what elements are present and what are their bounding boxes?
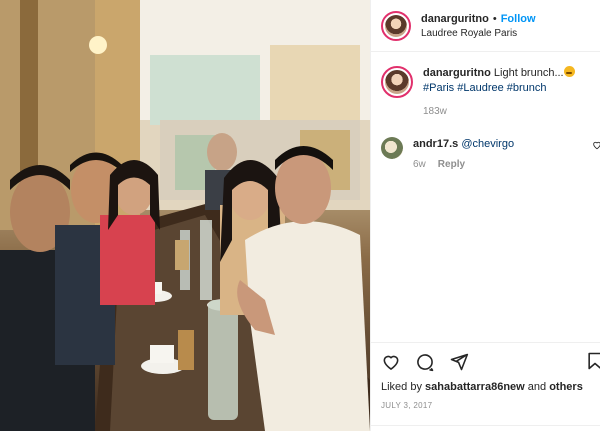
caption-body: danarguritno Light brunch... #Paris #Lau… [423, 66, 590, 119]
caption-text: Light brunch... [493, 67, 564, 79]
author-username[interactable]: danarguritno [421, 13, 489, 25]
photo-illustration [0, 0, 370, 431]
liked-by-prefix: Liked by [381, 381, 422, 393]
action-bar: Liked by sahabattarra86new and others JU… [371, 342, 600, 410]
heart-icon[interactable] [381, 352, 401, 372]
caption-username[interactable]: danarguritno [423, 67, 491, 79]
comment-icon[interactable] [415, 352, 435, 372]
location-link[interactable]: Laudree Royale Paris [421, 28, 536, 39]
caption-avatar[interactable] [381, 66, 413, 98]
commenter-avatar[interactable] [381, 137, 403, 159]
comment-item: andr17.s @chevirgo 6w Reply [381, 137, 590, 170]
caption-time[interactable]: 183w [423, 104, 590, 119]
comments-section: danarguritno Light brunch... #Paris #Lau… [371, 52, 600, 342]
header-row: danarguritno • Follow [421, 13, 536, 25]
liked-by-user[interactable]: sahabattarra86new [425, 381, 525, 393]
likes-summary: Liked by sahabattarra86new and others [381, 381, 591, 393]
liked-by-suffix: and [527, 381, 547, 393]
post-photo[interactable] [0, 0, 370, 431]
post-viewer: danarguritno • Follow Laudree Royale Par… [0, 0, 600, 431]
post-header: danarguritno • Follow Laudree Royale Par… [371, 0, 600, 52]
comment-content: andr17.s @chevirgo 6w Reply [413, 137, 514, 170]
comment-body: andr17.s @chevirgo [413, 137, 514, 151]
post-side-panel: danarguritno • Follow Laudree Royale Par… [370, 0, 600, 431]
action-icons [381, 351, 600, 373]
separator-dot: • [492, 12, 497, 25]
comment-meta: 6w Reply [413, 159, 514, 170]
caption-hashtags[interactable]: #Paris #Laudree #brunch [423, 82, 547, 94]
liked-by-others[interactable]: others [549, 381, 583, 393]
caption: danarguritno Light brunch... #Paris #Lau… [381, 66, 590, 119]
follow-button[interactable]: Follow [501, 13, 536, 25]
comment-mention[interactable]: @chevirgo [461, 138, 514, 150]
comment-time[interactable]: 6w [413, 159, 426, 170]
add-comment-bar[interactable] [371, 425, 600, 431]
post-date[interactable]: JULY 3, 2017 [381, 401, 591, 410]
smile-emoji-icon [563, 66, 575, 77]
comment-like-heart-icon[interactable] [592, 140, 600, 150]
header-meta: danarguritno • Follow Laudree Royale Par… [421, 13, 536, 39]
commenter-username[interactable]: andr17.s [413, 138, 458, 150]
reply-button[interactable]: Reply [438, 159, 465, 170]
author-avatar[interactable] [381, 10, 411, 41]
share-icon[interactable] [449, 352, 469, 372]
bookmark-icon[interactable] [585, 351, 600, 371]
